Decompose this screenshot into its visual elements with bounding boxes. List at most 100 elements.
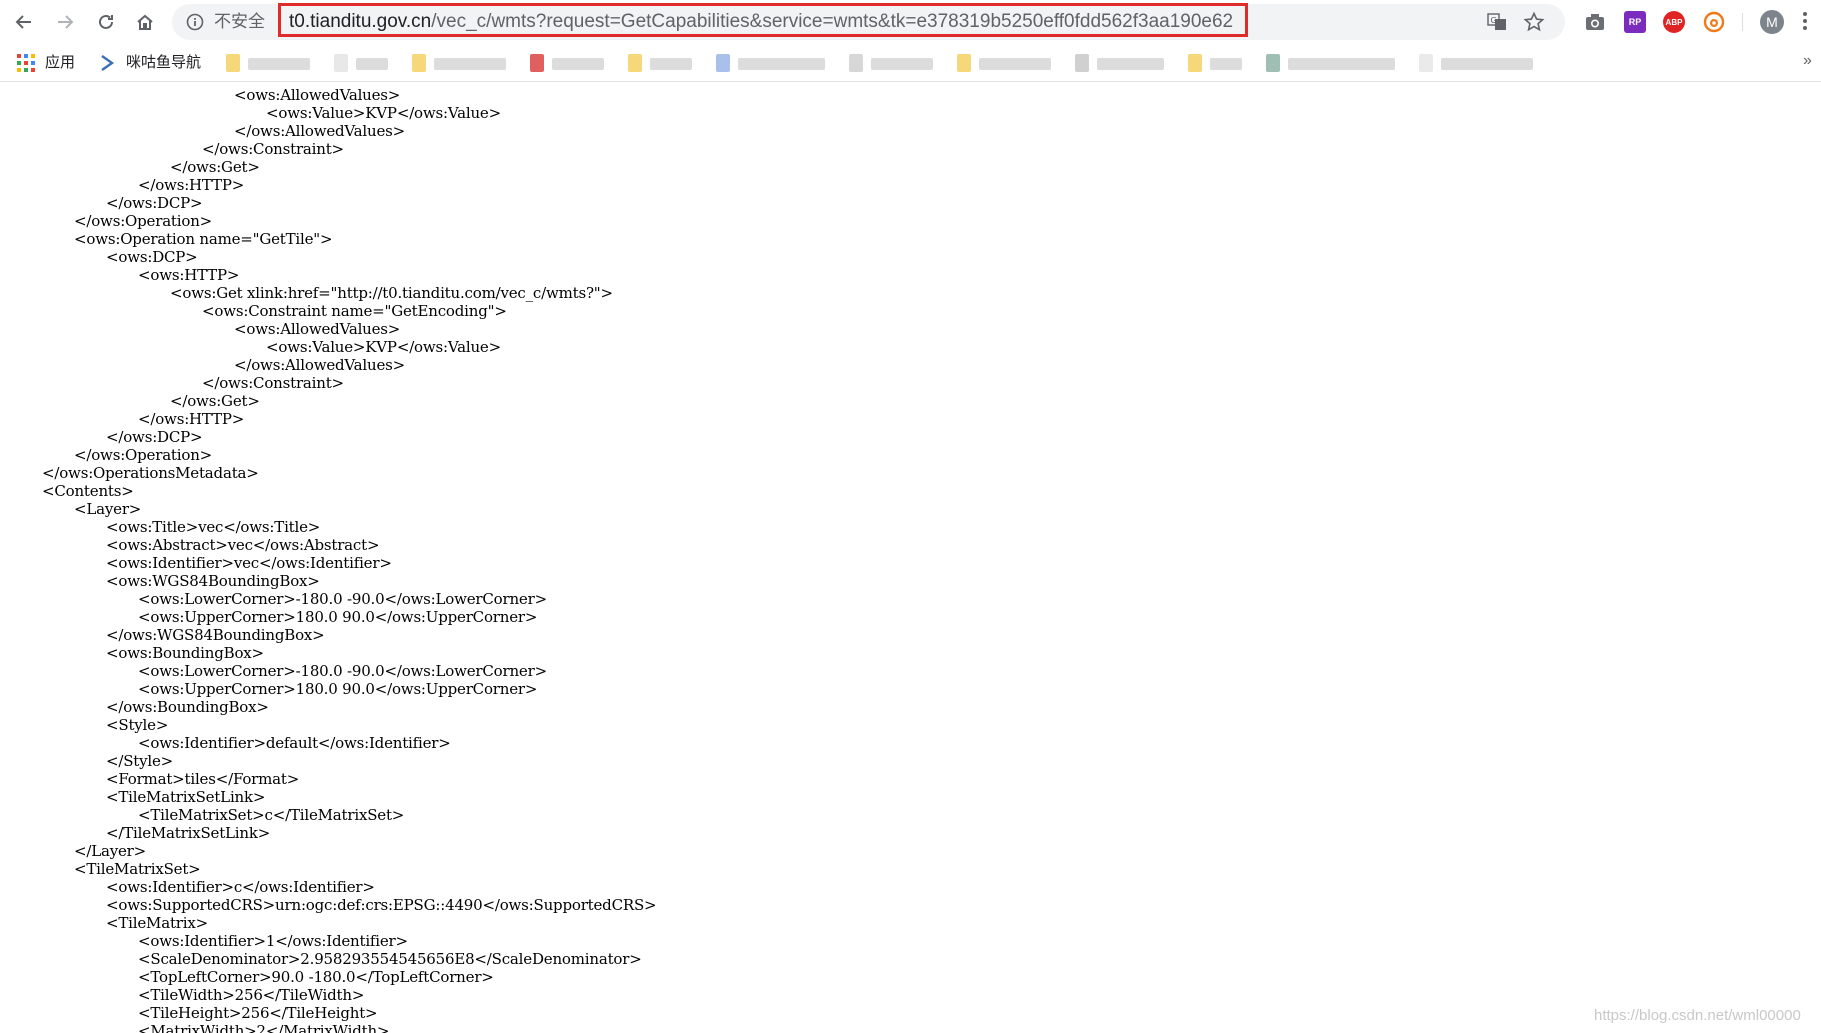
xml-line: <ows:WGS84BoundingBox>: [106, 572, 320, 590]
folder-icon: [1188, 54, 1202, 72]
back-button[interactable]: [10, 8, 38, 36]
xml-line: <ows:Identifier>default</ows:Identifier>: [138, 734, 451, 752]
xml-line: </ows:AllowedValues>: [234, 356, 406, 374]
blurred-bookmark-text: [356, 58, 388, 70]
xml-line: <ows:Title>vec</ows:Title>: [106, 518, 321, 536]
xml-line: <Layer>: [74, 500, 142, 518]
xml-line: <TileHeight>256</TileHeight>: [138, 1004, 378, 1022]
xml-line: <TileMatrix>: [106, 914, 208, 932]
address-bar[interactable]: 不安全 t0.tianditu.gov.cn/vec_c/wmts?reques…: [172, 3, 1565, 40]
blurred-bookmark[interactable]: [1419, 54, 1539, 72]
blurred-bookmark[interactable]: [226, 54, 316, 72]
weibo-extension-button[interactable]: [1703, 11, 1725, 33]
blurred-bookmark[interactable]: [628, 54, 698, 72]
xml-line: <ows:Constraint name="GetEncoding">: [202, 302, 507, 320]
xml-line: <MatrixWidth>2</MatrixWidth>: [138, 1022, 390, 1033]
reload-button[interactable]: [92, 8, 120, 36]
bookmark-star-icon[interactable]: [1523, 11, 1545, 33]
xml-line: <ows:Identifier>vec</ows:Identifier>: [106, 554, 392, 572]
more-menu-icon[interactable]: [1802, 10, 1808, 32]
reload-icon: [99, 14, 113, 29]
xml-line: <TileMatrixSet>: [74, 860, 201, 878]
blurred-bookmark-text: [1441, 58, 1533, 70]
xml-line: <Style>: [106, 716, 169, 734]
xml-line: </ows:Operation>: [74, 212, 213, 230]
xml-line: <ows:Value>KVP</ows:Value>: [266, 104, 501, 122]
xml-line: </ows:Get>: [170, 392, 260, 410]
xml-line: <TileWidth>256</TileWidth>: [138, 986, 365, 1004]
camera-extension-button[interactable]: [1584, 11, 1606, 33]
blurred-bookmark-text: [1288, 58, 1395, 70]
xml-line: <ows:SupportedCRS>urn:ogc:def:crs:EPSG::…: [106, 896, 657, 914]
weibo-extension-icon: [1703, 11, 1725, 33]
xml-line: <ows:Abstract>vec</ows:Abstract>: [106, 536, 380, 554]
xml-line: </Layer>: [74, 842, 147, 860]
xml-line: </ows:HTTP>: [138, 410, 245, 428]
url-path: /vec_c/wmts?request=GetCapabilities&serv…: [431, 11, 1234, 32]
rp-extension-label: RP: [1628, 17, 1642, 27]
home-button[interactable]: [131, 8, 159, 36]
blurred-bookmark[interactable]: [412, 54, 512, 72]
translate-icon[interactable]: G: [1487, 12, 1507, 32]
blurred-bookmark[interactable]: [530, 54, 610, 72]
xml-line: </ows:WGS84BoundingBox>: [106, 626, 325, 644]
xml-line: <ows:Identifier>c</ows:Identifier>: [106, 878, 375, 896]
xml-document: <ows:AllowedValues> <ows:Value>KVP</ows:V…: [0, 82, 1821, 1033]
xml-line: <ScaleDenominator>2.958293554545656E8</S…: [138, 950, 642, 968]
blurred-bookmark[interactable]: [957, 54, 1057, 72]
blurred-bookmark-text: [871, 58, 933, 70]
xml-line: <TileMatrixSetLink>: [106, 788, 266, 806]
blurred-bookmark-text: [650, 58, 692, 70]
xml-line: <ows:Value>KVP</ows:Value>: [266, 338, 501, 356]
xml-line: </ows:BoundingBox>: [106, 698, 269, 716]
blurred-bookmark[interactable]: [716, 54, 831, 72]
blurred-bookmark[interactable]: [1075, 54, 1170, 72]
blurred-bookmark-text: [1097, 58, 1164, 70]
blurred-bookmark-text: [434, 58, 506, 70]
navigation-bookmark-label[interactable]: 咪咕鱼导航: [126, 54, 201, 72]
url-host: t0.tianditu.gov.cn: [289, 11, 432, 32]
navigation-bookmark-icon[interactable]: [99, 54, 115, 72]
xml-line: <ows:Identifier>1</ows:Identifier>: [138, 932, 408, 950]
blurred-bookmark-text: [979, 58, 1051, 70]
folder-icon: [716, 54, 730, 72]
url-text[interactable]: t0.tianditu.gov.cn/vec_c/wmts?request=Ge…: [289, 11, 1233, 33]
forward-button[interactable]: [51, 8, 79, 36]
not-secure-label[interactable]: 不安全: [214, 12, 265, 32]
xml-line: <TopLeftCorner>90.0 -180.0</TopLeftCorne…: [138, 968, 494, 986]
xml-line: <TileMatrixSet>c</TileMatrixSet>: [138, 806, 405, 824]
xml-line: </ows:DCP>: [106, 194, 203, 212]
blurred-bookmark[interactable]: [1188, 54, 1248, 72]
blurred-bookmark[interactable]: [1266, 54, 1401, 72]
info-icon[interactable]: [186, 13, 204, 31]
xml-line: </ows:AllowedValues>: [234, 122, 406, 140]
xml-line: <ows:LowerCorner>-180.0 -90.0</ows:Lower…: [138, 590, 547, 608]
xml-line: </ows:Get>: [170, 158, 260, 176]
abp-extension-label: ABP: [1665, 17, 1683, 27]
xml-line: </ows:Constraint>: [202, 140, 344, 158]
apps-bookmark-label[interactable]: 应用: [45, 54, 75, 72]
xml-line: <ows:DCP>: [106, 248, 198, 266]
blurred-bookmark[interactable]: [849, 54, 939, 72]
folder-icon: [412, 54, 426, 72]
folder-icon: [628, 54, 642, 72]
folder-icon: [530, 54, 544, 72]
xml-line: <ows:Get xlink:href="http://t0.tianditu.…: [170, 284, 613, 302]
xml-line: </ows:DCP>: [106, 428, 203, 446]
folder-icon: [849, 54, 863, 72]
xml-line: <ows:HTTP>: [138, 266, 240, 284]
xml-line: <ows:AllowedValues>: [234, 320, 401, 338]
more-bookmarks-chevron-icon[interactable]: »: [1803, 52, 1812, 70]
arrow-right-icon: [58, 15, 74, 29]
profile-avatar[interactable]: M: [1760, 10, 1784, 34]
blurred-bookmark[interactable]: [334, 54, 394, 72]
arrow-left-icon: [15, 15, 31, 29]
browser-toolbar: 不安全 t0.tianditu.gov.cn/vec_c/wmts?reques…: [0, 0, 1821, 44]
apps-grid-icon[interactable]: [17, 54, 35, 72]
folder-icon: [1419, 54, 1433, 72]
abp-extension-icon[interactable]: ABP: [1663, 11, 1685, 33]
blurred-bookmark-text: [738, 58, 825, 70]
home-icon: [137, 14, 153, 30]
rp-extension-icon[interactable]: RP: [1624, 11, 1646, 33]
svg-text:G: G: [1491, 16, 1497, 25]
